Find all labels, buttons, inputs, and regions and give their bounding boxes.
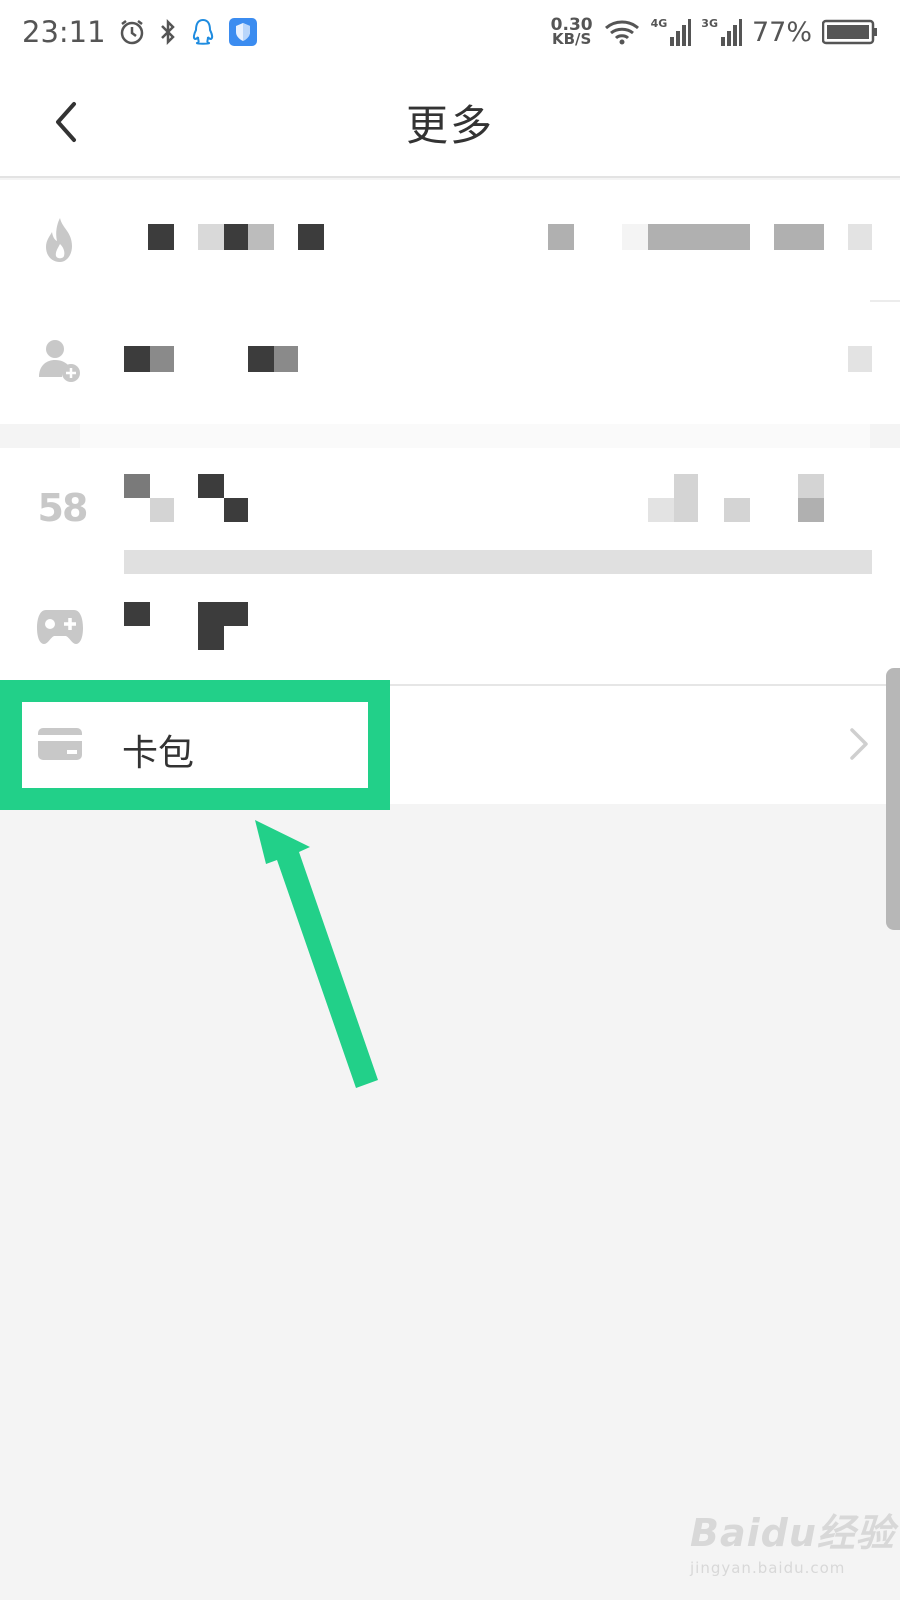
highlight-annotation xyxy=(0,680,390,810)
redacted-block xyxy=(224,498,248,522)
redacted-block xyxy=(124,602,150,626)
scroll-handle[interactable] xyxy=(886,668,900,930)
signal-icon xyxy=(670,19,692,46)
gamepad-icon xyxy=(36,602,84,650)
watermark: Baidu经验 jingyan.baidu.com xyxy=(690,1502,895,1577)
qq-icon xyxy=(192,18,213,45)
alarm-icon xyxy=(120,20,143,45)
redacted-strip xyxy=(80,424,870,448)
redacted-block xyxy=(198,626,224,650)
signal-4g: 4G xyxy=(651,17,692,47)
status-time: 23:11 xyxy=(22,15,106,49)
redacted-block xyxy=(248,224,274,250)
redacted-block xyxy=(298,224,324,250)
battery-icon xyxy=(822,19,877,45)
watermark-sub: jingyan.baidu.com xyxy=(690,1559,846,1577)
screen: 23:11 0.30 KB/S 4G 3G 77% 更多 58 卡包 Baidu… xyxy=(0,0,900,1600)
net1-label: 4G xyxy=(650,17,668,30)
wifi-icon xyxy=(604,20,639,45)
redacted-block xyxy=(848,346,872,372)
menu-group-2: 58 xyxy=(0,448,900,684)
nav-bar: 更多 xyxy=(0,64,900,178)
flame-icon xyxy=(36,216,84,264)
chevron-right-icon xyxy=(848,726,870,766)
net-speed-unit: KB/S xyxy=(551,30,592,48)
redacted-block xyxy=(648,224,750,250)
redacted-block xyxy=(648,498,674,522)
add-user-icon xyxy=(36,336,84,384)
shield-icon xyxy=(228,18,257,46)
redacted-block xyxy=(148,224,174,250)
redacted-block xyxy=(248,346,274,372)
redacted-block xyxy=(724,498,750,522)
redacted-block xyxy=(150,346,174,372)
net2-label: 3G xyxy=(701,17,718,30)
menu-item-game[interactable] xyxy=(0,568,900,684)
redacted-block xyxy=(622,224,648,250)
menu-group-1 xyxy=(0,180,900,424)
menu-item-hot[interactable] xyxy=(0,180,900,300)
menu-item-add-friend[interactable] xyxy=(0,300,900,420)
signal-icon xyxy=(720,19,742,46)
redacted-block xyxy=(848,224,872,250)
redacted-block xyxy=(150,498,174,522)
redacted-block xyxy=(274,346,298,372)
redacted-block xyxy=(124,346,150,372)
redacted-block xyxy=(198,474,224,498)
redacted-block xyxy=(548,224,574,250)
page-title: 更多 xyxy=(405,101,494,150)
status-bar: 23:11 0.30 KB/S 4G 3G 77% xyxy=(0,0,900,64)
redacted-block xyxy=(774,224,824,250)
watermark-main: Baidu经验 xyxy=(690,1511,895,1555)
redacted-block xyxy=(198,224,224,250)
signal-3g: 3G xyxy=(701,17,742,47)
bluetooth-icon xyxy=(160,18,175,46)
redacted-block xyxy=(124,474,150,498)
redacted-block xyxy=(798,474,824,498)
58-icon-text: 58 xyxy=(37,486,89,530)
redacted-block xyxy=(198,602,248,626)
58-icon: 58 xyxy=(36,484,89,532)
redacted-block xyxy=(674,474,698,522)
battery-percent: 77% xyxy=(751,16,812,48)
redacted-block xyxy=(798,498,824,522)
net-speed: 0.30 KB/S xyxy=(551,17,593,48)
redacted-block xyxy=(224,224,248,250)
arrow-annotation xyxy=(255,820,378,1088)
